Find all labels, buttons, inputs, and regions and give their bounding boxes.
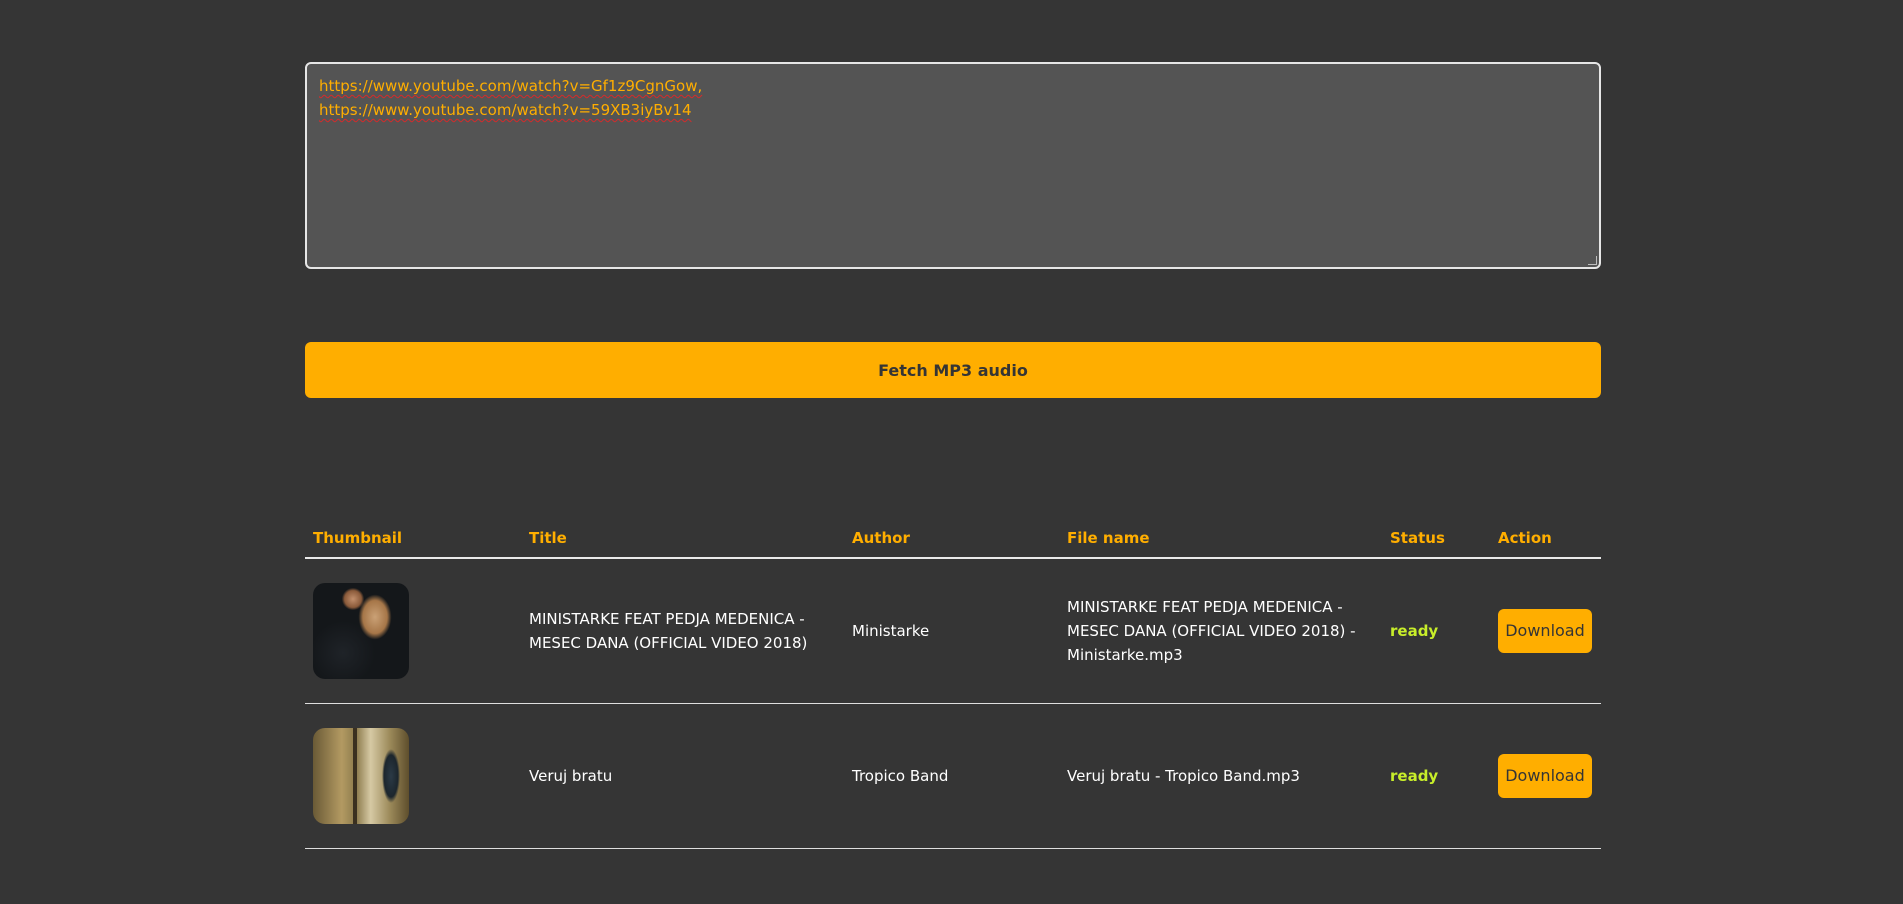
title-cell: MINISTARKE FEAT PEDJA MEDENICA - MESEC D…: [529, 610, 808, 652]
header-action: Action: [1498, 529, 1552, 547]
author-cell: Ministarke: [852, 622, 930, 640]
download-button[interactable]: Download: [1498, 754, 1592, 798]
thumbnail-image: [313, 583, 409, 679]
header-author: Author: [852, 529, 910, 547]
table-header: Thumbnail Title Author File name Status …: [305, 522, 1601, 559]
download-button-label: Download: [1505, 621, 1585, 640]
header-status: Status: [1390, 529, 1445, 547]
table-row: MINISTARKE FEAT PEDJA MEDENICA - MESEC D…: [305, 559, 1601, 704]
url-line: https://www.youtube.com/watch?v=59XB3iyB…: [319, 101, 692, 119]
url-textarea[interactable]: https://www.youtube.com/watch?v=Gf1z9Cgn…: [305, 62, 1601, 269]
status-badge: ready: [1390, 767, 1439, 785]
url-line: https://www.youtube.com/watch?v=Gf1z9Cgn…: [319, 77, 703, 95]
thumbnail-image: [313, 728, 409, 824]
action-cell: Download: [1490, 754, 1601, 798]
resize-grip-icon[interactable]: [1588, 256, 1597, 265]
fetch-mp3-button-label: Fetch MP3 audio: [878, 360, 1028, 380]
download-button-label: Download: [1505, 766, 1585, 785]
thumbnail-cell: [305, 583, 521, 679]
header-title: Title: [529, 529, 567, 547]
header-thumbnail: Thumbnail: [313, 529, 403, 547]
action-cell: Download: [1490, 609, 1601, 653]
title-cell: Veruj bratu: [529, 767, 613, 785]
thumbnail-cell: [305, 728, 521, 824]
table-row: Veruj bratu Tropico Band Veruj bratu - T…: [305, 704, 1601, 849]
results-table: Thumbnail Title Author File name Status …: [305, 522, 1601, 849]
header-file-name: File name: [1067, 529, 1150, 547]
fetch-mp3-button[interactable]: Fetch MP3 audio: [305, 342, 1601, 398]
file-name-cell: MINISTARKE FEAT PEDJA MEDENICA - MESEC D…: [1067, 598, 1356, 664]
status-badge: ready: [1390, 622, 1439, 640]
author-cell: Tropico Band: [852, 767, 949, 785]
file-name-cell: Veruj bratu - Tropico Band.mp3: [1067, 767, 1300, 785]
download-button[interactable]: Download: [1498, 609, 1592, 653]
